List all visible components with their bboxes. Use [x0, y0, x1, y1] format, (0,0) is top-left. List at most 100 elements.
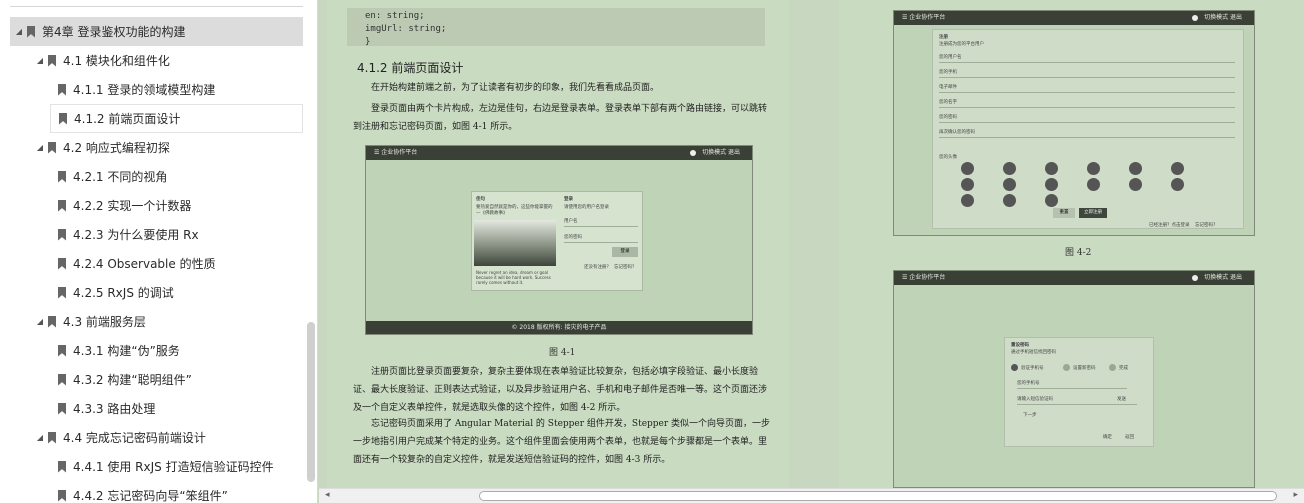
- next-button: 下一步: [1023, 413, 1037, 418]
- toc-item[interactable]: 4.2.1 不同的视角: [0, 162, 303, 191]
- avatar-option: [1129, 162, 1142, 175]
- back-button: 返回: [1125, 435, 1134, 440]
- toggle-icon: [1192, 14, 1199, 21]
- expand-icon[interactable]: ◢: [35, 56, 45, 65]
- quote-english: Never regret an idea, dream or goal beca…: [476, 270, 551, 285]
- bookmark-icon: [58, 199, 66, 212]
- password-field: 您的密码: [564, 235, 582, 240]
- app-bar: ☰ 企业协作平台 切换模式 退出: [366, 146, 752, 160]
- paragraph: 登录页面由两个卡片构成，左边是佳句，右边是登录表单。登录表单下部有两个路由链接，…: [353, 104, 768, 132]
- app-bar: ☰ 企业协作平台 切换模式 退出: [894, 11, 1254, 25]
- divider: [10, 6, 303, 7]
- expand-icon[interactable]: ◢: [35, 143, 45, 152]
- register-field: 您的手机: [939, 70, 957, 75]
- reset-card: 重设密码 通过手机短信找回密码 验证手机号 设置新密码 完成 您的手机号 请输入…: [1004, 337, 1154, 447]
- bookmark-icon: [58, 286, 66, 299]
- expand-icon[interactable]: ◢: [35, 317, 45, 326]
- horizontal-scrollbar[interactable]: ◂ ▸: [319, 488, 1304, 503]
- toggle-icon: [690, 149, 697, 156]
- toc-label: 4.2.2 实现一个计数器: [73, 199, 192, 213]
- toc-item[interactable]: 4.2.2 实现一个计数器: [0, 191, 303, 220]
- code-line: en: string;: [365, 11, 425, 21]
- toc-label: 第4章 登录鉴权功能的构建: [42, 25, 186, 39]
- toc-item[interactable]: ◢ 4.4 完成忘记密码前端设计: [0, 423, 303, 452]
- toc-item[interactable]: 4.2.3 为什么要使用 Rx: [0, 220, 303, 249]
- app-bar-actions: 切换模式 退出: [702, 149, 740, 156]
- step-2-label: 设置新密码: [1073, 366, 1096, 371]
- register-field: 电子邮件: [939, 85, 957, 90]
- toc-label: 4.4 完成忘记密码前端设计: [63, 431, 206, 445]
- avatar-option: [961, 194, 974, 207]
- expand-icon[interactable]: ◢: [35, 433, 45, 442]
- bookmark-icon: [27, 25, 35, 38]
- register-button: 立即注册: [1079, 208, 1107, 218]
- toc-label: 4.3.1 构建“伪”服务: [73, 344, 180, 358]
- step-1-label: 验证手机号: [1021, 366, 1044, 371]
- toc-item[interactable]: 4.3.2 构建“聪明组件”: [0, 365, 303, 394]
- toc-item[interactable]: 4.4.1 使用 RxJS 打造短信验证码控件: [0, 452, 303, 481]
- toc-item[interactable]: 4.3.3 路由处理: [0, 394, 303, 423]
- sidebar-scrollbar[interactable]: [307, 322, 315, 482]
- register-field: 您的用户名: [939, 55, 962, 60]
- toc-label: 4.3.3 路由处理: [73, 402, 156, 416]
- field-underline: [564, 226, 638, 227]
- bookmark-icon: [58, 83, 66, 96]
- confirm-button: 确定: [1103, 435, 1112, 440]
- page-left: en: string; imgUrl: string; } 4.1.2 前端页面…: [327, 0, 789, 488]
- figure-caption: 图 4-1: [549, 348, 576, 358]
- field-underline: [939, 77, 1235, 78]
- login-title: 登录: [564, 197, 573, 202]
- app-bar-right: 切换模式 退出: [1192, 271, 1242, 285]
- figure-4-3: ☰ 企业协作平台 切换模式 退出 重设密码 通过手机短信找回密码 验证手机号 设置…: [893, 270, 1255, 488]
- avatar-option: [1045, 178, 1058, 191]
- expand-icon[interactable]: ◢: [14, 27, 24, 36]
- scroll-left-icon[interactable]: ◂: [325, 490, 330, 500]
- register-field: 您的名字: [939, 100, 957, 105]
- bookmark-icon: [58, 344, 66, 357]
- scroll-right-icon[interactable]: ▸: [1293, 490, 1298, 500]
- toc-label: 4.1 模块化和组件化: [63, 54, 170, 68]
- avatar-option: [1087, 162, 1100, 175]
- register-title: 注册: [939, 35, 948, 40]
- toc-item[interactable]: 4.4.2 忘记密码向导“笨组件”: [0, 481, 303, 503]
- step-3-icon: [1109, 364, 1116, 371]
- field-underline: [939, 122, 1235, 123]
- bookmark-icon: [48, 431, 56, 444]
- toc-label: 4.2.1 不同的视角: [73, 170, 168, 184]
- toc-item[interactable]: ◢ 第4章 登录鉴权功能的构建: [10, 17, 303, 46]
- toc-label: 4.4.2 忘记密码向导“笨组件”: [73, 489, 228, 503]
- field-underline: [939, 137, 1235, 138]
- bookmark-icon: [59, 112, 67, 125]
- toc-item[interactable]: 4.1.1 登录的领域模型构建: [0, 75, 303, 104]
- register-link: 还没有注册？: [584, 265, 611, 270]
- bookmark-icon: [48, 315, 56, 328]
- code-line: imgUrl: string;: [365, 24, 447, 34]
- avatar-option: [1171, 178, 1184, 191]
- bookmark-icon: [58, 228, 66, 241]
- bookmark-icon: [58, 402, 66, 415]
- bookmark-icon: [58, 373, 66, 386]
- avatar-option: [1087, 178, 1100, 191]
- toc-label: 4.2.4 Observable 的性质: [73, 257, 216, 271]
- scrollbar-thumb[interactable]: [479, 491, 1277, 501]
- bookmark-icon: [48, 54, 56, 67]
- toc-item[interactable]: 4.1.2 前端页面设计: [50, 104, 303, 133]
- toc-item[interactable]: 4.3.1 构建“伪”服务: [0, 336, 303, 365]
- login-card-group: 佳句 要热爱自然就是你的，这些你能掌握的 —《佛教故事》 Never regre…: [471, 191, 643, 291]
- toc-item[interactable]: ◢ 4.2 响应式编程初探: [0, 133, 303, 162]
- toc-item[interactable]: ◢ 4.1 模块化和组件化: [0, 46, 303, 75]
- page-right: ☰ 企业协作平台 切换模式 退出 注册 注册成为您的平台用户 您的用户名您的手机电…: [839, 0, 1304, 488]
- send-code-button: 发送: [1117, 397, 1126, 402]
- toc-item[interactable]: 4.2.4 Observable 的性质: [0, 249, 303, 278]
- forgot-link: 忘记密码?: [1195, 223, 1216, 228]
- toc-item[interactable]: 4.2.5 RxJS 的调试: [0, 278, 303, 307]
- forgot-link: 忘记密码？: [614, 265, 637, 270]
- register-subtitle: 注册成为您的平台用户: [939, 42, 984, 47]
- bookmark-icon: [58, 489, 66, 502]
- avatar-option: [1003, 194, 1016, 207]
- avatar-option: [1045, 194, 1058, 207]
- register-field: 再次确认您的密码: [939, 130, 975, 135]
- toc-item[interactable]: ◢ 4.3 前端服务层: [0, 307, 303, 336]
- app-footer: © 2018 版权所有: 接灾的电子产品: [366, 321, 752, 334]
- reset-subtitle: 通过手机短信找回密码: [1011, 350, 1056, 355]
